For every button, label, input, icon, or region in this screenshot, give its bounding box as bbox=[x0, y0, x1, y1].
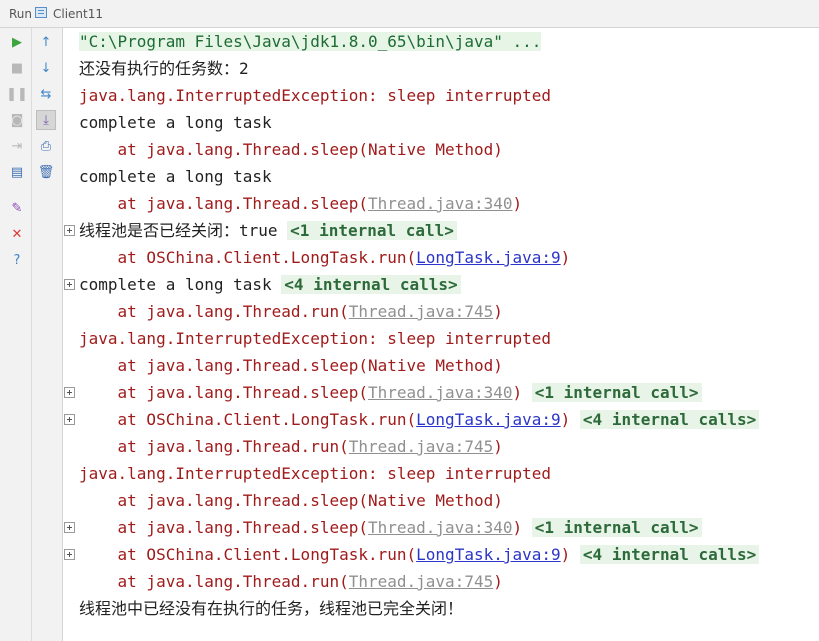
console-text: ) bbox=[512, 194, 523, 213]
console-text: at java.lang.Thread.sleep( bbox=[79, 383, 368, 402]
console-text: at java.lang.Thread.run( bbox=[79, 302, 349, 321]
console-output[interactable]: "C:\Program Files\Java\jdk1.8.0_65\bin\j… bbox=[63, 28, 819, 641]
console-line: at java.lang.Thread.sleep(Thread.java:34… bbox=[79, 193, 523, 215]
console-line: at java.lang.Thread.sleep(Native Method) bbox=[79, 490, 503, 512]
console-text: at java.lang.Thread.run( bbox=[79, 437, 349, 456]
console-text: ) bbox=[493, 572, 503, 591]
internal-calls-fold[interactable]: <1 internal call> bbox=[531, 383, 702, 402]
console-text: ) bbox=[493, 437, 503, 456]
trash-icon[interactable]: 🗑 bbox=[36, 162, 56, 182]
console-text: java.lang.InterruptedException: sleep in… bbox=[79, 464, 552, 483]
java-command-line: "C:\Program Files\Java\jdk1.8.0_65\bin\j… bbox=[79, 32, 542, 51]
console-line: 线程池中已经没有在执行的任务，线程池已完全关闭！ bbox=[79, 598, 463, 620]
source-link[interactable]: LongTask.java:9 bbox=[416, 248, 561, 267]
expand-internal-calls-icon[interactable] bbox=[64, 549, 75, 560]
close-icon[interactable]: ✕ bbox=[7, 224, 27, 244]
expand-internal-calls-icon[interactable] bbox=[64, 387, 75, 398]
internal-calls-fold[interactable]: <1 internal call> bbox=[531, 518, 702, 537]
console-line: at OSChina.Client.LongTask.run(LongTask.… bbox=[79, 544, 760, 566]
console-text: java.lang.InterruptedException: sleep in… bbox=[79, 86, 552, 105]
console-text: java.lang.InterruptedException: sleep in… bbox=[79, 329, 552, 348]
help-icon[interactable]: ? bbox=[7, 250, 27, 270]
down-arrow-icon[interactable]: ↓ bbox=[36, 58, 56, 78]
console-text: ) bbox=[560, 545, 580, 564]
console-text: at OSChina.Client.LongTask.run( bbox=[79, 410, 417, 429]
expand-internal-calls-icon[interactable] bbox=[64, 522, 75, 533]
layout-icon[interactable]: ▤ bbox=[7, 162, 27, 182]
console-line: at java.lang.Thread.run(Thread.java:745) bbox=[79, 571, 503, 593]
console-line: at java.lang.Thread.sleep(Thread.java:34… bbox=[79, 382, 702, 404]
source-link[interactable]: Thread.java:340 bbox=[368, 518, 513, 537]
exit-icon[interactable]: ⇥ bbox=[7, 136, 27, 156]
console-text: at java.lang.Thread.sleep( bbox=[79, 518, 368, 537]
internal-calls-fold[interactable]: <4 internal calls> bbox=[579, 545, 760, 564]
run-config-tab[interactable]: Client11 bbox=[53, 7, 103, 21]
console-text: at OSChina.Client.LongTask.run( bbox=[79, 545, 417, 564]
source-link[interactable]: Thread.java:745 bbox=[349, 572, 494, 591]
pause-icon[interactable]: ❚❚ bbox=[6, 84, 28, 104]
console-line: complete a long task <4 internal calls> bbox=[79, 274, 461, 296]
console-line: 线程池是否已经关闭：true <1 internal call> bbox=[79, 220, 457, 242]
console-text: at java.lang.Thread.run( bbox=[79, 572, 349, 591]
source-link[interactable]: LongTask.java:9 bbox=[416, 545, 561, 564]
print-icon[interactable]: ⎙ bbox=[36, 136, 56, 156]
console-text: 线程池中已经没有在执行的任务，线程池已完全关闭！ bbox=[79, 599, 464, 618]
wrap-icon[interactable]: ⇆ bbox=[36, 84, 56, 104]
console-text: 还没有执行的任务数：2 bbox=[79, 59, 249, 78]
console-text: ) bbox=[493, 302, 503, 321]
console-text: at java.lang.Thread.sleep( bbox=[79, 194, 368, 213]
console-line: java.lang.InterruptedException: sleep in… bbox=[79, 328, 551, 350]
console-text: complete a long task bbox=[79, 275, 282, 294]
internal-calls-fold[interactable]: <1 internal call> bbox=[287, 221, 457, 240]
source-link[interactable]: Thread.java:340 bbox=[368, 194, 513, 213]
console-text: complete a long task bbox=[79, 113, 272, 132]
console-line: at java.lang.Thread.sleep(Thread.java:34… bbox=[79, 517, 702, 539]
source-link[interactable]: LongTask.java:9 bbox=[416, 410, 561, 429]
console-text: ) bbox=[560, 410, 580, 429]
up-arrow-icon[interactable]: ↑ bbox=[36, 32, 56, 52]
internal-calls-fold[interactable]: <4 internal calls> bbox=[579, 410, 760, 429]
console-line: "C:\Program Files\Java\jdk1.8.0_65\bin\j… bbox=[79, 31, 542, 53]
expand-internal-calls-icon[interactable] bbox=[64, 225, 75, 236]
configuration-icon bbox=[35, 7, 47, 18]
console-text: ) bbox=[512, 383, 532, 402]
pin-icon[interactable]: ✎ bbox=[7, 198, 27, 218]
console-line: at OSChina.Client.LongTask.run(LongTask.… bbox=[79, 247, 571, 269]
run-icon[interactable]: ▶ bbox=[7, 32, 27, 52]
console-line: at java.lang.Thread.sleep(Native Method) bbox=[79, 355, 503, 377]
expand-internal-calls-icon[interactable] bbox=[64, 279, 75, 290]
console-line: complete a long task bbox=[79, 166, 272, 188]
internal-calls-fold[interactable]: <4 internal calls> bbox=[281, 275, 461, 294]
source-link[interactable]: Thread.java:340 bbox=[368, 383, 513, 402]
scroll-to-end-icon[interactable]: ⤓ bbox=[36, 110, 56, 130]
console-text: ) bbox=[560, 248, 571, 267]
toolbar-divider bbox=[31, 28, 32, 641]
console-line: java.lang.InterruptedException: sleep in… bbox=[79, 463, 551, 485]
console-text: complete a long task bbox=[79, 167, 272, 186]
run-window-title: Run bbox=[9, 7, 33, 21]
console-text: at java.lang.Thread.sleep(Native Method) bbox=[79, 140, 503, 159]
console-text: at java.lang.Thread.sleep(Native Method) bbox=[79, 491, 503, 510]
run-tool-window-header: Run Client11 bbox=[0, 0, 819, 28]
console-text: at java.lang.Thread.sleep(Native Method) bbox=[79, 356, 503, 375]
run-toolbar: ▶ ■ ❚❚ ◙ ⇥ ▤ ✎ ✕? ↑ ↓ ⇆ ⤓ ⎙ 🗑 bbox=[0, 28, 63, 641]
console-line: at java.lang.Thread.sleep(Native Method) bbox=[79, 139, 503, 161]
camera-icon[interactable]: ◙ bbox=[7, 110, 27, 130]
console-text: 线程池是否已经关闭：true bbox=[79, 221, 288, 240]
console-line: at java.lang.Thread.run(Thread.java:745) bbox=[79, 301, 503, 323]
stop-icon[interactable]: ■ bbox=[7, 58, 27, 78]
console-line: 还没有执行的任务数：2 bbox=[79, 58, 249, 80]
expand-internal-calls-icon[interactable] bbox=[64, 414, 75, 425]
console-text: at OSChina.Client.LongTask.run( bbox=[79, 248, 417, 267]
source-link[interactable]: Thread.java:745 bbox=[349, 437, 494, 456]
console-line: java.lang.InterruptedException: sleep in… bbox=[79, 85, 551, 107]
console-text: ) bbox=[512, 518, 532, 537]
console-line: at java.lang.Thread.run(Thread.java:745) bbox=[79, 436, 503, 458]
console-line: complete a long task bbox=[79, 112, 272, 134]
source-link[interactable]: Thread.java:745 bbox=[349, 302, 494, 321]
console-line: at OSChina.Client.LongTask.run(LongTask.… bbox=[79, 409, 760, 431]
